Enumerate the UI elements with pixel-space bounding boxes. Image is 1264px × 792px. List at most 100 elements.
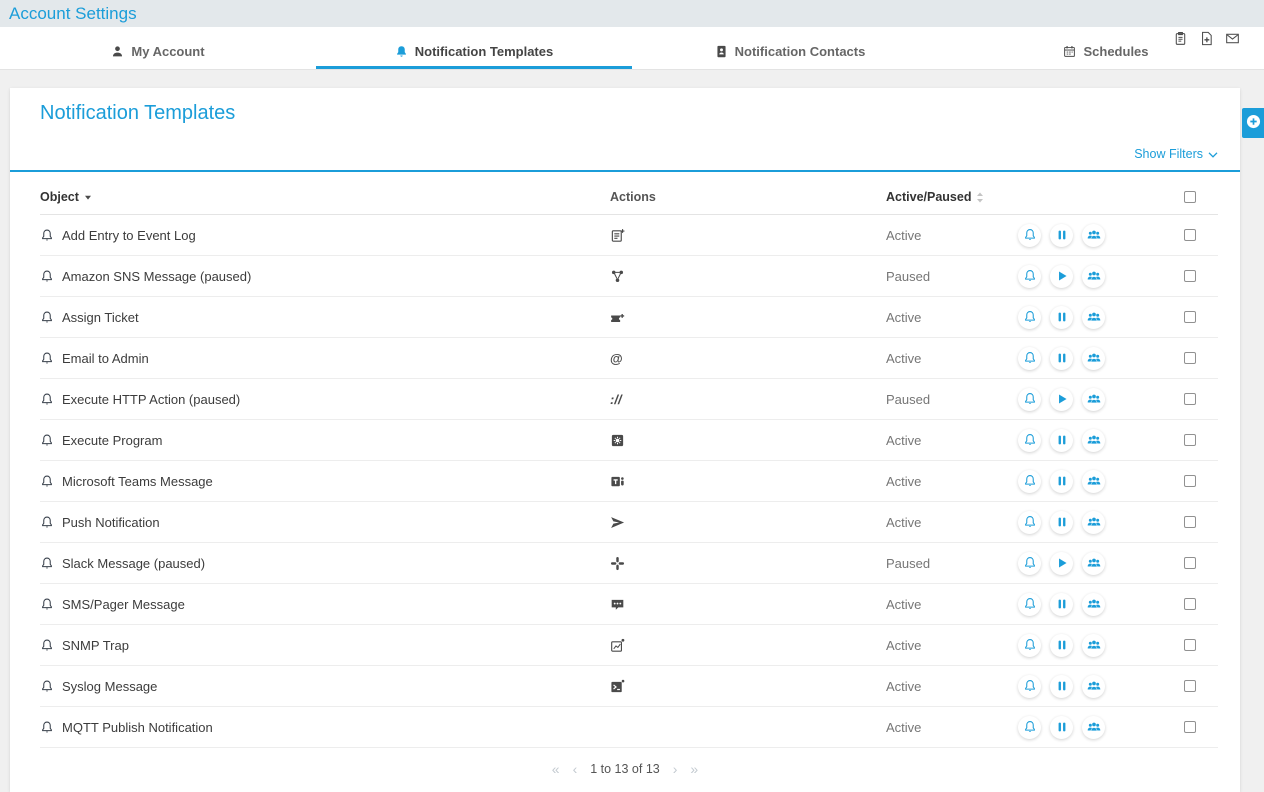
pause-button[interactable]: [1050, 675, 1073, 698]
row-checkbox[interactable]: [1184, 311, 1196, 323]
used-by-button[interactable]: [1082, 347, 1105, 370]
row-checkbox[interactable]: [1184, 680, 1196, 692]
template-name[interactable]: Amazon SNS Message (paused): [62, 269, 251, 284]
test-notification-button[interactable]: [1018, 716, 1041, 739]
pause-button[interactable]: [1050, 593, 1073, 616]
notification-bell-icon: [40, 597, 54, 612]
row-checkbox[interactable]: [1184, 352, 1196, 364]
tab-notification-templates[interactable]: Notification Templates: [316, 27, 632, 69]
prev-page-icon[interactable]: ‹: [573, 761, 578, 777]
row-checkbox[interactable]: [1184, 557, 1196, 569]
row-checkbox[interactable]: [1184, 434, 1196, 446]
row-checkbox[interactable]: [1184, 639, 1196, 651]
test-notification-button[interactable]: [1018, 511, 1041, 534]
test-notification-button[interactable]: [1018, 265, 1041, 288]
table-body: Add Entry to Event Log Active Amazon SNS…: [10, 215, 1240, 748]
row-checkbox[interactable]: [1184, 598, 1196, 610]
contact-card-icon: [715, 45, 728, 58]
status-text: Active: [886, 310, 1018, 325]
resume-button[interactable]: [1050, 265, 1073, 288]
push-icon: [610, 515, 625, 530]
used-by-button[interactable]: [1082, 593, 1105, 616]
template-name[interactable]: Add Entry to Event Log: [62, 228, 196, 243]
tab-notification-contacts[interactable]: Notification Contacts: [632, 27, 948, 69]
test-notification-button[interactable]: [1018, 634, 1041, 657]
tab-my-account[interactable]: My Account: [0, 27, 316, 69]
sms-icon: [610, 597, 625, 612]
next-page-icon[interactable]: ›: [673, 761, 678, 777]
used-by-button[interactable]: [1082, 470, 1105, 493]
pause-button[interactable]: [1050, 224, 1073, 247]
used-by-button[interactable]: [1082, 716, 1105, 739]
test-notification-button[interactable]: [1018, 470, 1041, 493]
used-by-button[interactable]: [1082, 306, 1105, 329]
first-page-icon[interactable]: «: [552, 761, 560, 777]
template-name[interactable]: Execute HTTP Action (paused): [62, 392, 240, 407]
test-notification-button[interactable]: [1018, 552, 1041, 575]
last-page-icon[interactable]: »: [690, 761, 698, 777]
test-notification-button[interactable]: [1018, 593, 1041, 616]
template-name[interactable]: Syslog Message: [62, 679, 157, 694]
test-notification-button[interactable]: [1018, 306, 1041, 329]
notification-bell-icon: [40, 310, 54, 325]
template-name[interactable]: Push Notification: [62, 515, 160, 530]
resume-button[interactable]: [1050, 552, 1073, 575]
used-by-button[interactable]: [1082, 511, 1105, 534]
panel-title: Notification Templates: [40, 102, 1218, 125]
row-checkbox[interactable]: [1184, 475, 1196, 487]
row-checkbox[interactable]: [1184, 229, 1196, 241]
used-by-button[interactable]: [1082, 224, 1105, 247]
teams-icon: [610, 474, 625, 489]
test-notification-button[interactable]: [1018, 429, 1041, 452]
event-log-icon: [610, 228, 625, 243]
resume-button[interactable]: [1050, 388, 1073, 411]
column-header-status[interactable]: Active/Paused: [886, 190, 1018, 204]
row-checkbox[interactable]: [1184, 516, 1196, 528]
used-by-button[interactable]: [1082, 634, 1105, 657]
template-name[interactable]: MQTT Publish Notification: [62, 720, 213, 735]
notification-bell-icon: [40, 228, 54, 243]
pause-button[interactable]: [1050, 347, 1073, 370]
column-header-object[interactable]: Object: [40, 190, 600, 204]
slack-icon: [610, 556, 625, 571]
pause-button[interactable]: [1050, 634, 1073, 657]
template-name[interactable]: Microsoft Teams Message: [62, 474, 213, 489]
pause-button[interactable]: [1050, 429, 1073, 452]
pagination: « ‹ 1 to 13 of 13 › »: [10, 761, 1240, 777]
table-row: Execute HTTP Action (paused) :// Paused: [40, 379, 1218, 420]
notification-bell-icon: [40, 638, 54, 653]
show-filters-link[interactable]: Show Filters: [1134, 147, 1218, 161]
table-row: Slack Message (paused) Paused: [40, 543, 1218, 584]
test-notification-button[interactable]: [1018, 388, 1041, 411]
select-all-checkbox[interactable]: [1184, 191, 1196, 203]
template-name[interactable]: SMS/Pager Message: [62, 597, 185, 612]
test-notification-button[interactable]: [1018, 224, 1041, 247]
template-name[interactable]: Assign Ticket: [62, 310, 139, 325]
template-name[interactable]: Slack Message (paused): [62, 556, 205, 571]
add-template-button[interactable]: [1242, 108, 1264, 138]
pause-button[interactable]: [1050, 716, 1073, 739]
status-text: Paused: [886, 392, 1018, 407]
row-checkbox[interactable]: [1184, 270, 1196, 282]
template-name[interactable]: SNMP Trap: [62, 638, 129, 653]
row-checkbox[interactable]: [1184, 393, 1196, 405]
notification-bell-icon: [40, 720, 54, 735]
clipboard-icon[interactable]: [1173, 31, 1188, 46]
pause-button[interactable]: [1050, 306, 1073, 329]
pagination-label: 1 to 13 of 13: [590, 762, 660, 776]
used-by-button[interactable]: [1082, 429, 1105, 452]
test-notification-button[interactable]: [1018, 347, 1041, 370]
used-by-button[interactable]: [1082, 675, 1105, 698]
used-by-button[interactable]: [1082, 265, 1105, 288]
row-checkbox[interactable]: [1184, 721, 1196, 733]
used-by-button[interactable]: [1082, 552, 1105, 575]
test-notification-button[interactable]: [1018, 675, 1041, 698]
used-by-button[interactable]: [1082, 388, 1105, 411]
notification-bell-icon: [40, 392, 54, 407]
add-document-icon[interactable]: [1199, 31, 1214, 46]
template-name[interactable]: Execute Program: [62, 433, 162, 448]
template-name[interactable]: Email to Admin: [62, 351, 149, 366]
envelope-icon[interactable]: [1225, 31, 1240, 46]
pause-button[interactable]: [1050, 470, 1073, 493]
pause-button[interactable]: [1050, 511, 1073, 534]
